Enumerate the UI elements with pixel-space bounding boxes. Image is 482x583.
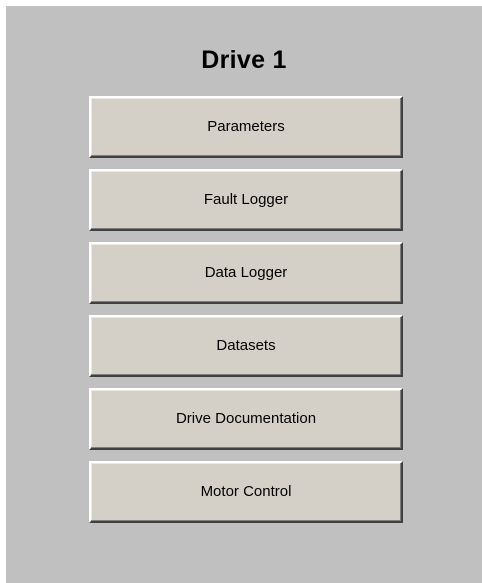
drive-documentation-button[interactable]: Drive Documentation bbox=[89, 388, 403, 450]
parameters-button[interactable]: Parameters bbox=[89, 96, 403, 158]
drive-menu: Parameters Fault Logger Data Logger Data… bbox=[89, 96, 403, 534]
fault-logger-button[interactable]: Fault Logger bbox=[89, 169, 403, 231]
data-logger-button[interactable]: Data Logger bbox=[89, 242, 403, 304]
fault-logger-button-label: Fault Logger bbox=[203, 191, 289, 208]
data-logger-button-label: Data Logger bbox=[204, 264, 288, 281]
parameters-button-label: Parameters bbox=[207, 118, 285, 135]
datasets-button[interactable]: Datasets bbox=[89, 315, 403, 377]
datasets-button-label: Datasets bbox=[216, 337, 276, 354]
motor-control-button[interactable]: Motor Control bbox=[89, 461, 403, 523]
drive-panel: Drive 1 Parameters Fault Logger Data Log… bbox=[6, 6, 482, 583]
drive-documentation-button-label: Drive Documentation bbox=[175, 410, 317, 427]
page-title: Drive 1 bbox=[201, 46, 287, 74]
motor-control-button-label: Motor Control bbox=[200, 483, 292, 500]
